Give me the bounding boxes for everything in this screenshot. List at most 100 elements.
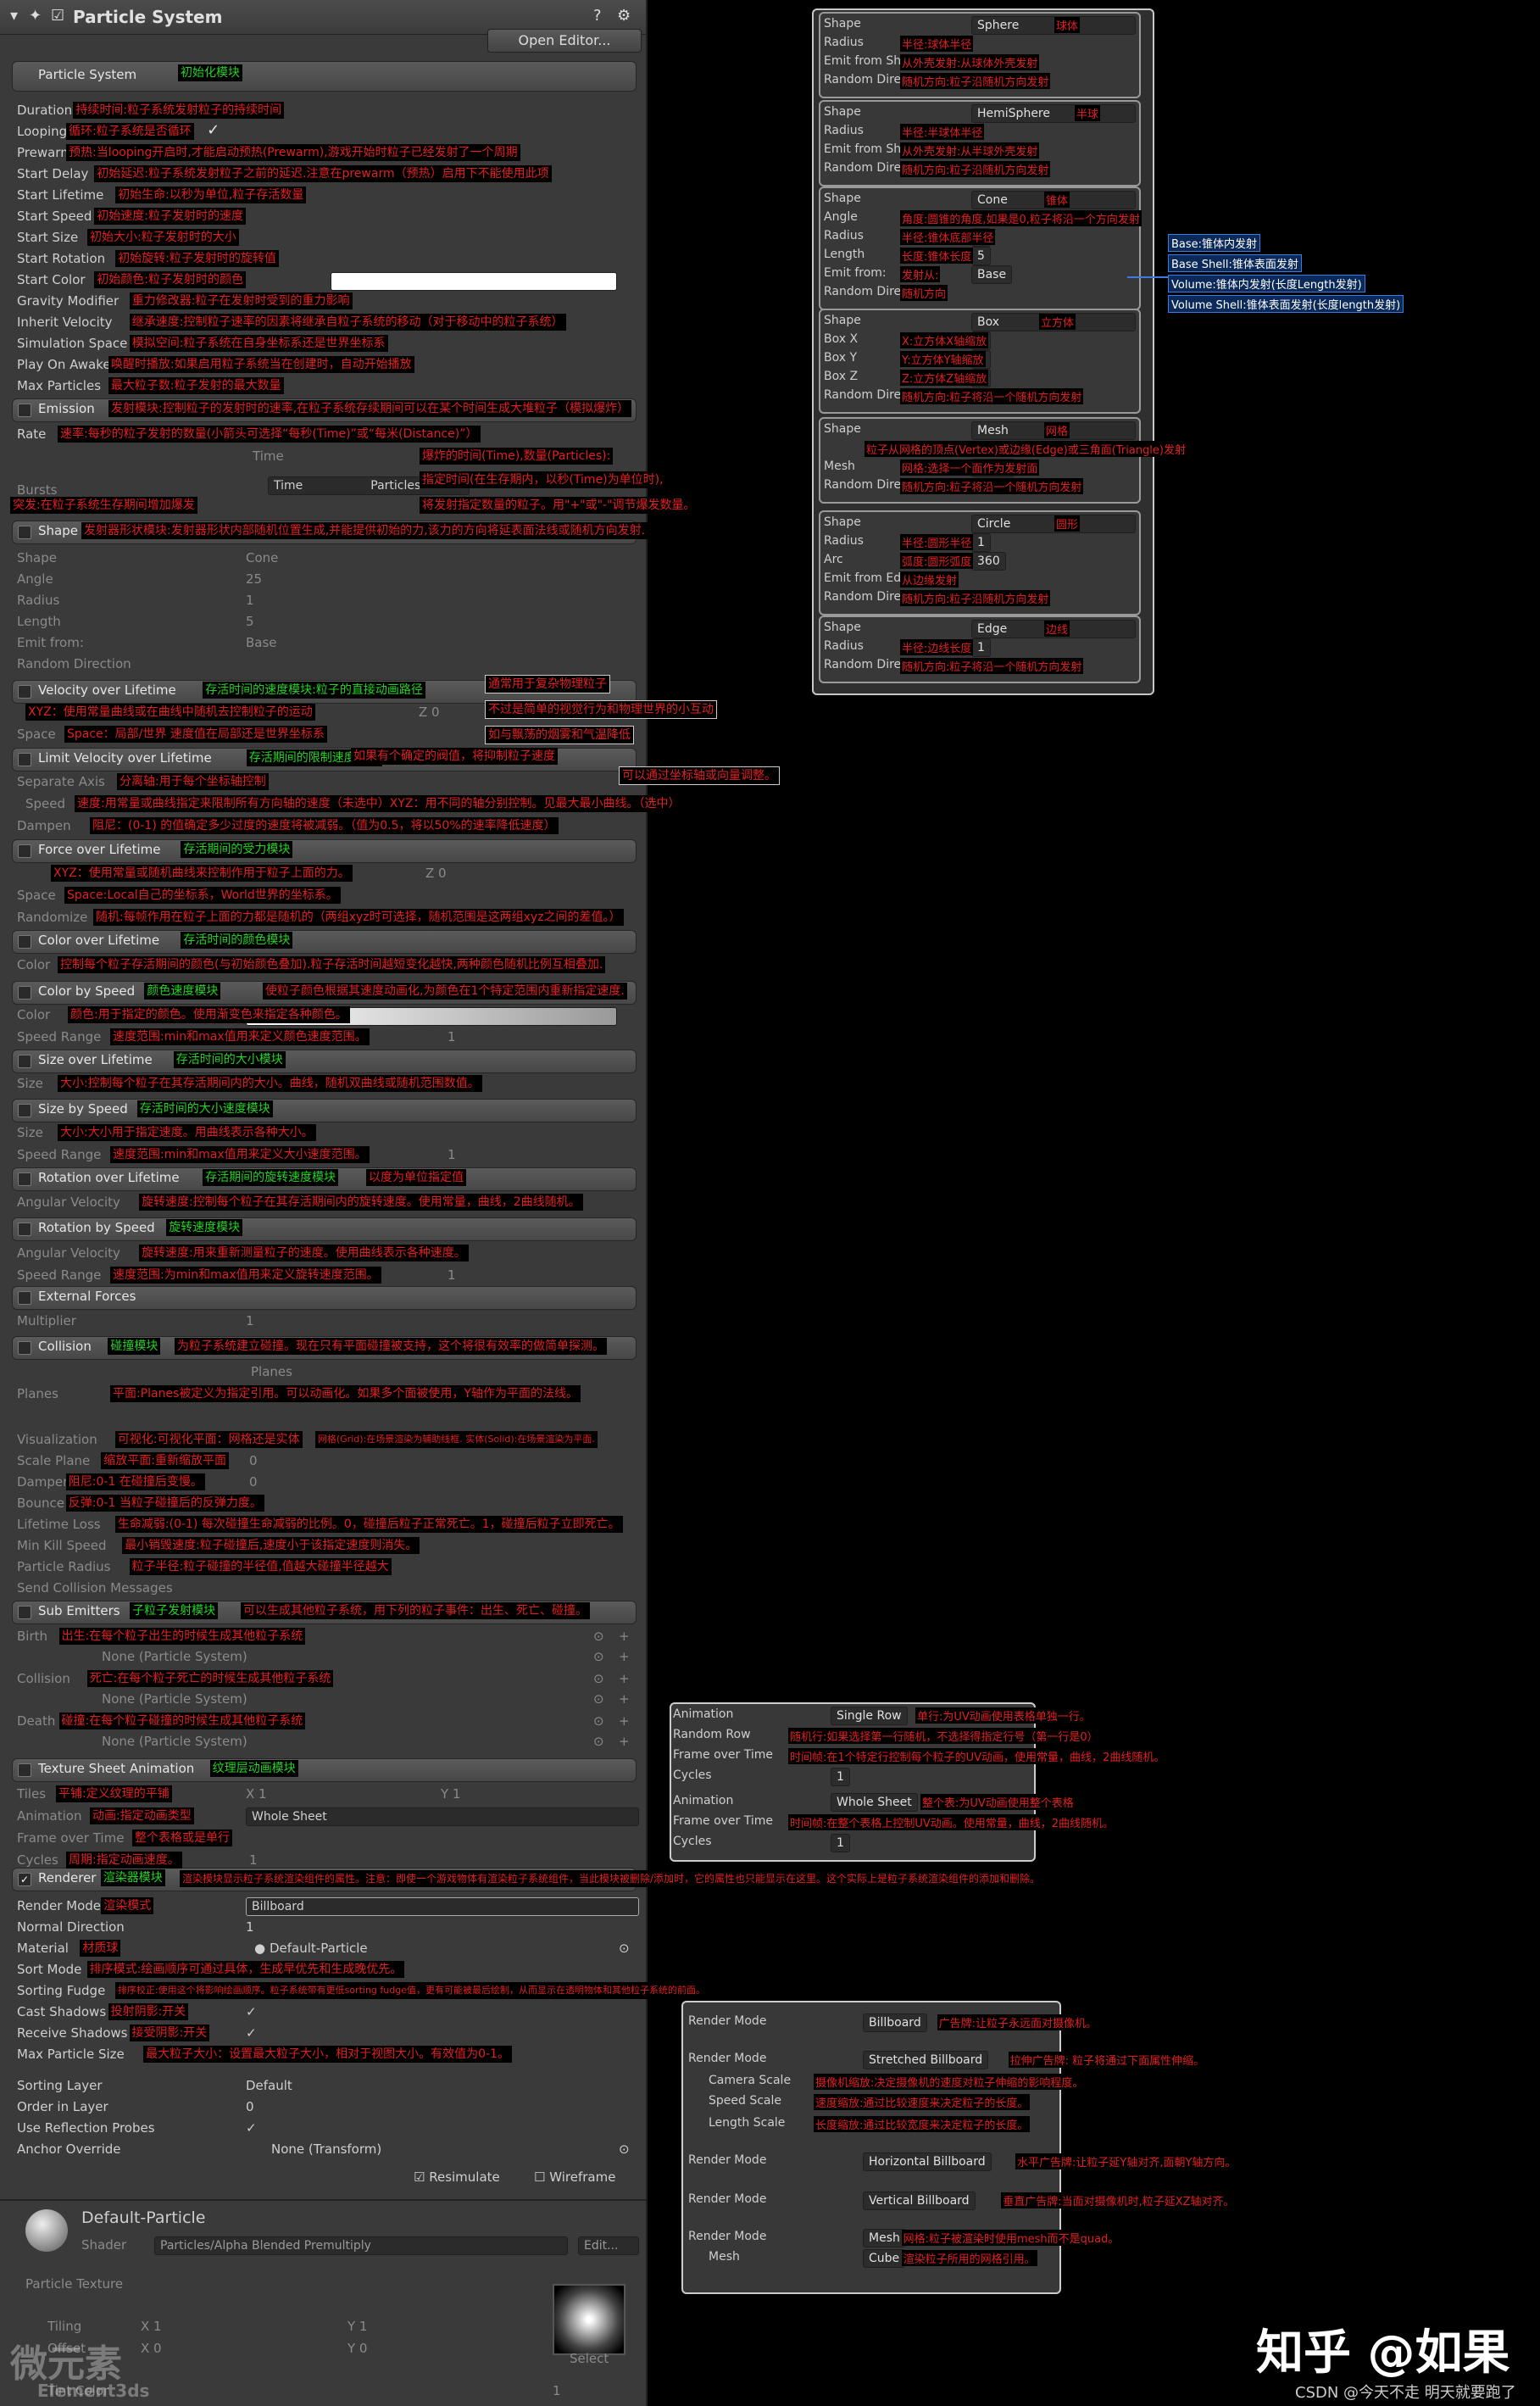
expand-arrow-icon[interactable]: ▾	[10, 7, 27, 25]
object-picker-icon[interactable]: ⊙	[593, 1731, 604, 1752]
add-icon[interactable]: +	[619, 1689, 630, 1710]
renderer-row[interactable]: Cast Shadows ✓	[0, 2002, 644, 2023]
field-label: Start Size	[17, 230, 79, 245]
panel-value[interactable]: Cube	[863, 2249, 906, 2268]
shape-row[interactable]: Shape Cone	[0, 548, 644, 569]
module-rotation-by-speed[interactable]: Rotation by Speed	[12, 1217, 637, 1241]
shape-row[interactable]: Angle 25	[0, 569, 644, 590]
module-enable-checkbox[interactable]	[18, 1222, 31, 1236]
module-enable-checkbox[interactable]	[18, 1606, 31, 1619]
shader-select[interactable]: Particles/Alpha Blended Premultiply	[154, 2236, 568, 2255]
module-enable-checkbox[interactable]	[18, 1172, 31, 1186]
animation-select[interactable]: Whole Sheet	[246, 1807, 639, 1826]
object-picker-icon[interactable]: ⊙	[593, 1626, 604, 1647]
panel-value[interactable]: Circle	[971, 515, 1136, 533]
module-enable-checkbox[interactable]	[18, 986, 31, 1000]
panel-value[interactable]: Vertical Billboard	[863, 2192, 976, 2210]
sub-emitter-none-row[interactable]: None (Particle System) ⊙ +	[0, 1646, 644, 1668]
main-row[interactable]: Start Lifetime	[0, 185, 644, 206]
module-enable-checkbox[interactable]	[18, 1291, 31, 1305]
panel-value[interactable]: Base	[971, 265, 1013, 284]
module-enable-checkbox[interactable]	[18, 753, 31, 766]
panel-value[interactable]: 1	[831, 1834, 850, 1852]
wireframe-label: Wireframe	[549, 2169, 616, 2185]
module-enable-checkbox[interactable]	[18, 935, 31, 949]
limit-sep-row[interactable]: Separate Axis	[0, 771, 644, 793]
object-picker-icon[interactable]: ⊙	[593, 1711, 604, 1732]
collision-row[interactable]: Scale Plane 0	[0, 1451, 644, 1472]
panel-value[interactable]: Horizontal Billboard	[863, 2153, 992, 2171]
shape-row[interactable]: Emit from: Base	[0, 632, 644, 654]
main-row[interactable]: Max Particles	[0, 376, 644, 397]
panel-value[interactable]: Stretched Billboard	[863, 2051, 989, 2069]
module-enable-checkbox[interactable]	[18, 1104, 31, 1117]
wireframe-toggle[interactable]: ☐ Wireframe	[534, 2167, 615, 2188]
looping-checkbox[interactable]: ✓	[207, 121, 220, 139]
panel-value[interactable]: 5	[971, 247, 991, 265]
particle-system-main-module[interactable]: Particle System	[12, 61, 637, 92]
module-enable-checkbox[interactable]	[18, 844, 31, 858]
renderer-row[interactable]: Render Mode	[0, 1896, 644, 1917]
select-label: Select	[570, 2351, 609, 2366]
module-enable-checkbox[interactable]	[18, 526, 31, 539]
panel-value[interactable]: 1	[971, 533, 991, 552]
add-icon[interactable]: +	[619, 1626, 630, 1647]
renderer-row[interactable]: Order in Layer 0	[0, 2097, 644, 2118]
resimulate-toggle[interactable]: ☑ Resimulate	[414, 2167, 500, 2188]
module-external-forces[interactable]: External Forces	[12, 1286, 637, 1310]
panel-value[interactable]: Single Row	[831, 1707, 908, 1725]
module-enable-checkbox[interactable]	[18, 404, 31, 417]
panel-value[interactable]: 360	[971, 552, 1006, 571]
shader-edit-button[interactable]: Edit...	[578, 2236, 639, 2255]
panel-value[interactable]: Mesh	[863, 2229, 906, 2247]
module-enable-checkbox[interactable]: ✓	[18, 1873, 31, 1886]
module-force-over-lifetime[interactable]: Force over Lifetime	[12, 839, 637, 863]
renderer-row[interactable]: Normal Direction 1	[0, 1917, 644, 1938]
object-picker-icon[interactable]: ⊙	[593, 1646, 604, 1668]
module-color-over-lifetime[interactable]: Color over Lifetime	[12, 930, 637, 954]
panel-value[interactable]: 1	[831, 1768, 850, 1786]
renderer-row[interactable]: Sorting Layer Default	[0, 2075, 644, 2097]
shape-row[interactable]: Radius 1	[0, 590, 644, 611]
object-picker-icon[interactable]: ⊙	[619, 1938, 630, 1959]
ext-row[interactable]: Multiplier 1	[0, 1311, 644, 1332]
velocity-space-note: Space：局部/世界 速度值在局部还是世界坐标系	[64, 726, 327, 743]
panel-value[interactable]: HemiSphere	[971, 104, 1136, 123]
module-size-over-lifetime[interactable]: Size over Lifetime	[12, 1050, 637, 1073]
panel-value[interactable]: Whole Sheet	[831, 1793, 918, 1812]
panel-value[interactable]: Billboard	[863, 2013, 927, 2032]
texture-thumbnail[interactable]	[553, 2284, 625, 2355]
enable-checkbox[interactable]: ☑	[51, 7, 68, 25]
gear-icon[interactable]: ⚙	[617, 7, 634, 25]
add-icon[interactable]: +	[619, 1711, 630, 1732]
object-picker-icon[interactable]: ⊙	[593, 1668, 604, 1690]
sub-emitter-none-row[interactable]: None (Particle System) ⊙ +	[0, 1689, 644, 1710]
panel-value[interactable]: Sphere	[971, 16, 1136, 35]
sub-emitter-none-row[interactable]: None (Particle System) ⊙ +	[0, 1731, 644, 1752]
renderer-row[interactable]: Receive Shadows ✓	[0, 2023, 644, 2044]
renderer-row[interactable]: Anchor Override None (Transform) ⊙	[0, 2139, 644, 2160]
module-enable-checkbox[interactable]	[18, 1763, 31, 1777]
help-icon[interactable]: ?	[593, 7, 610, 25]
panel-note: 半径:边线长度	[900, 639, 974, 655]
add-icon[interactable]: +	[619, 1646, 630, 1668]
field-label: Start Rotation	[17, 251, 106, 266]
add-icon[interactable]: +	[619, 1668, 630, 1690]
panel-value[interactable]: 1	[971, 638, 991, 657]
object-picker-icon[interactable]: ⊙	[619, 2139, 630, 2160]
main-row[interactable]: Start Rotation	[0, 248, 644, 270]
open-editor-button[interactable]: Open Editor...	[487, 29, 642, 53]
collision-row[interactable]: Send Collision Messages	[0, 1578, 644, 1599]
module-texture-sheet-animation[interactable]: Texture Sheet Animation	[12, 1758, 637, 1782]
renderer-row[interactable]: Use Reflection Probes ✓	[0, 2118, 644, 2139]
frame-row[interactable]: Frame over Time	[0, 1828, 644, 1849]
shape-row[interactable]: Random Direction	[0, 654, 644, 675]
module-size-by-speed[interactable]: Size by Speed	[12, 1099, 637, 1122]
shape-row[interactable]: Length 5	[0, 611, 644, 632]
add-icon[interactable]: +	[619, 1731, 630, 1752]
start-color-swatch[interactable]	[331, 272, 617, 291]
object-picker-icon[interactable]: ⊙	[593, 1689, 604, 1710]
module-enable-checkbox[interactable]	[18, 1055, 31, 1068]
module-enable-checkbox[interactable]	[18, 685, 31, 699]
module-enable-checkbox[interactable]	[18, 1341, 31, 1355]
